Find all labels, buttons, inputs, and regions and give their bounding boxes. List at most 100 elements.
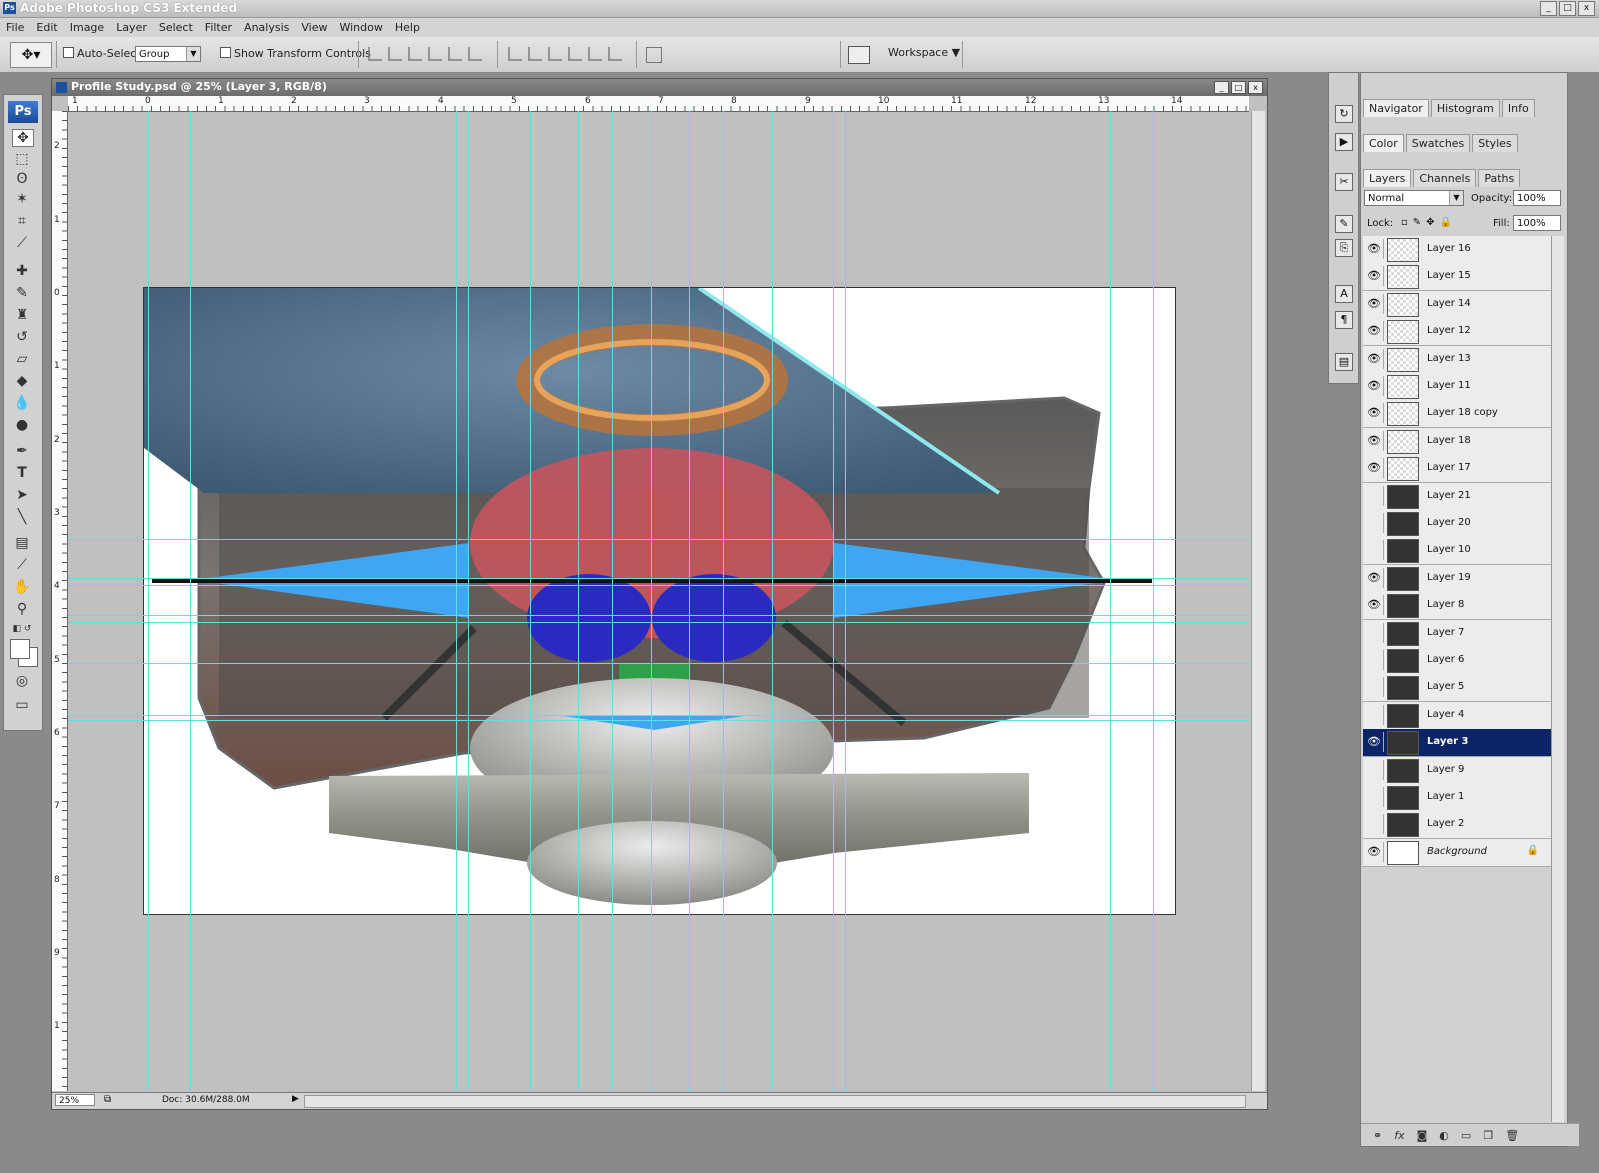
brushes-panel-icon[interactable]: ✎ bbox=[1335, 215, 1353, 233]
guide-horizontal[interactable] bbox=[68, 663, 1249, 664]
tab-color[interactable]: Color bbox=[1363, 134, 1404, 152]
fx-icon[interactable]: fx bbox=[1394, 1129, 1404, 1142]
guide-horizontal[interactable] bbox=[68, 622, 1249, 623]
layer-row[interactable]: 👁 Layer 16 bbox=[1363, 236, 1551, 264]
guide-horizontal[interactable] bbox=[68, 715, 1249, 716]
distribute-vcenter-icon[interactable] bbox=[528, 47, 542, 61]
auto-align-icon[interactable] bbox=[646, 47, 662, 63]
visibility-eye-icon[interactable]: 👁 bbox=[1365, 458, 1384, 479]
dodge-tool-icon[interactable]: ● bbox=[12, 417, 32, 433]
link-icon[interactable]: ⚭ bbox=[1373, 1129, 1382, 1142]
tab-paths[interactable]: Paths bbox=[1478, 169, 1521, 187]
distribute-bottom-icon[interactable] bbox=[548, 47, 562, 61]
lock-options-icon[interactable]: ▫✎✥🔒 bbox=[1401, 217, 1457, 228]
close-button[interactable]: x bbox=[1578, 1, 1595, 16]
visibility-eye-icon[interactable] bbox=[1365, 759, 1384, 780]
layer-row[interactable]: 👁 Layer 18 copy bbox=[1363, 400, 1551, 429]
menu-help[interactable]: Help bbox=[389, 21, 426, 34]
layer-row[interactable]: 👁 Layer 15 bbox=[1363, 263, 1551, 292]
tab-swatches[interactable]: Swatches bbox=[1405, 134, 1471, 152]
layer-row[interactable]: 👁 Layer 14 bbox=[1363, 290, 1551, 319]
guide-vertical[interactable] bbox=[723, 111, 724, 1091]
guide-vertical[interactable] bbox=[612, 111, 613, 1091]
visibility-eye-icon[interactable] bbox=[1365, 787, 1384, 807]
brush-tool-icon[interactable]: ✎ bbox=[12, 285, 32, 301]
blend-mode-dropdown[interactable]: Normal ▼ bbox=[1364, 190, 1464, 206]
show-transform-checkbox[interactable]: Show Transform Controls bbox=[220, 47, 371, 60]
notes-tool-icon[interactable]: ▤ bbox=[12, 535, 32, 551]
move-tool-preset[interactable]: ✥▾ bbox=[10, 42, 52, 68]
trash-icon[interactable]: 🗑 bbox=[1505, 1129, 1519, 1142]
tab-histogram[interactable]: Histogram bbox=[1430, 99, 1500, 117]
status-menu-icon[interactable]: ⧉ bbox=[104, 1094, 111, 1105]
visibility-eye-icon[interactable] bbox=[1365, 650, 1384, 670]
guide-vertical[interactable] bbox=[772, 111, 773, 1091]
tab-info[interactable]: Info bbox=[1501, 99, 1535, 117]
actions-panel-icon[interactable]: ▶ bbox=[1335, 133, 1353, 151]
doc-close-button[interactable]: x bbox=[1248, 81, 1263, 94]
workspace-button[interactable]: Workspace ▼ bbox=[888, 46, 960, 59]
quick-mask-icon[interactable]: ◎ bbox=[12, 673, 32, 689]
visibility-eye-icon[interactable] bbox=[1365, 540, 1384, 561]
align-top-icon[interactable] bbox=[368, 47, 382, 61]
visibility-eye-icon[interactable]: 👁 bbox=[1365, 239, 1384, 259]
visibility-eye-icon[interactable]: 👁 bbox=[1365, 266, 1384, 287]
menu-filter[interactable]: Filter bbox=[199, 21, 238, 34]
tab-channels[interactable]: Channels bbox=[1413, 169, 1477, 187]
guide-horizontal[interactable] bbox=[68, 539, 1249, 540]
visibility-eye-icon[interactable]: 👁 bbox=[1365, 430, 1384, 451]
new-layer-icon[interactable]: ❐ bbox=[1483, 1129, 1493, 1142]
guide-vertical[interactable] bbox=[1110, 111, 1111, 1091]
document-horizontal-scrollbar[interactable] bbox=[304, 1095, 1246, 1108]
menu-window[interactable]: Window bbox=[333, 21, 388, 34]
crop-tool-icon[interactable]: ⌗ bbox=[12, 213, 32, 229]
layer-row[interactable]: Layer 7 bbox=[1363, 619, 1551, 648]
align-right-icon[interactable] bbox=[468, 47, 482, 61]
visibility-eye-icon[interactable] bbox=[1365, 704, 1384, 725]
guide-vertical[interactable] bbox=[651, 111, 652, 1091]
menu-file[interactable]: File bbox=[0, 21, 30, 34]
layer-row[interactable]: 👁 Layer 11 bbox=[1363, 373, 1551, 401]
layer-row[interactable]: 👁 Layer 13 bbox=[1363, 345, 1551, 374]
visibility-eye-icon[interactable] bbox=[1365, 485, 1384, 506]
layer-row[interactable]: Layer 20 bbox=[1363, 510, 1551, 538]
adjustment-icon[interactable]: ◐ bbox=[1439, 1129, 1449, 1142]
bridge-icon[interactable] bbox=[848, 46, 870, 64]
guide-vertical[interactable] bbox=[190, 111, 191, 1091]
restore-button[interactable]: □ bbox=[1559, 1, 1576, 16]
visibility-eye-icon[interactable]: 👁 bbox=[1365, 293, 1384, 314]
visibility-eye-icon[interactable] bbox=[1365, 814, 1384, 835]
fill-field[interactable]: 100% bbox=[1513, 215, 1561, 231]
zoom-level-field[interactable]: 25% bbox=[55, 1094, 95, 1106]
distribute-right-icon[interactable] bbox=[608, 47, 622, 61]
doc-restore-button[interactable]: □ bbox=[1231, 81, 1246, 94]
layer-row[interactable]: 👁 Background 🔒 bbox=[1363, 838, 1551, 867]
eraser-tool-icon[interactable]: ▱ bbox=[12, 351, 32, 367]
layer-row[interactable]: 👁 Layer 17 bbox=[1363, 455, 1551, 484]
foreground-color-swatch[interactable] bbox=[10, 639, 30, 659]
visibility-eye-icon[interactable]: 👁 bbox=[1365, 732, 1384, 753]
visibility-eye-icon[interactable]: 👁 bbox=[1365, 403, 1384, 424]
clone-source-icon[interactable]: ⎘ bbox=[1335, 239, 1353, 257]
slice-tool-icon[interactable]: ⟋ bbox=[12, 235, 32, 251]
clone-stamp-icon[interactable]: ♜ bbox=[12, 307, 32, 323]
visibility-eye-icon[interactable]: 👁 bbox=[1365, 841, 1384, 862]
pen-tool-icon[interactable]: ✒ bbox=[12, 443, 32, 459]
visibility-eye-icon[interactable]: 👁 bbox=[1365, 348, 1384, 369]
history-brush-icon[interactable]: ↺ bbox=[12, 329, 32, 345]
type-tool-icon[interactable]: T bbox=[12, 465, 32, 481]
guide-vertical[interactable] bbox=[1153, 111, 1154, 1091]
auto-select-checkbox[interactable]: Auto-Select: bbox=[63, 47, 144, 60]
status-arrow-icon[interactable]: ▶ bbox=[292, 1094, 299, 1104]
visibility-eye-icon[interactable]: 👁 bbox=[1365, 376, 1384, 396]
menu-analysis[interactable]: Analysis bbox=[238, 21, 295, 34]
layer-row[interactable]: 👁 Layer 12 bbox=[1363, 318, 1551, 347]
zoom-tool-icon[interactable]: ⚲ bbox=[12, 601, 32, 617]
visibility-eye-icon[interactable]: 👁 bbox=[1365, 567, 1384, 588]
visibility-eye-icon[interactable]: 👁 bbox=[1365, 321, 1384, 342]
line-tool-icon[interactable]: ╲ bbox=[12, 509, 32, 525]
guide-vertical[interactable] bbox=[468, 111, 469, 1091]
guide-vertical[interactable] bbox=[578, 111, 579, 1091]
guide-vertical[interactable] bbox=[689, 111, 690, 1091]
mask-icon[interactable]: ◙ bbox=[1417, 1129, 1428, 1142]
